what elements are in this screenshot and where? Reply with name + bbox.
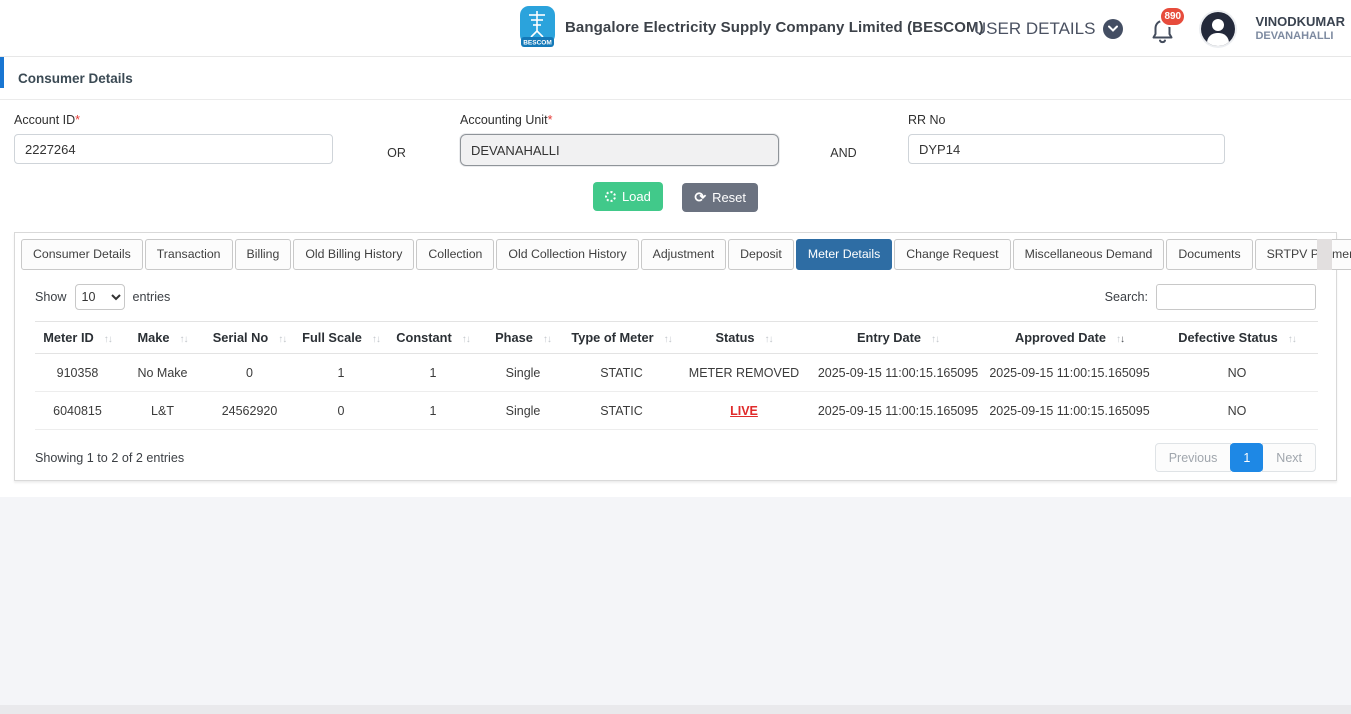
tab-consumer-details[interactable]: Consumer Details: [21, 239, 143, 270]
col-defective-status[interactable]: Defective Status ↑↓: [1156, 321, 1318, 354]
and-label: AND: [830, 146, 857, 160]
sort-icon: ↑↓: [1287, 334, 1297, 345]
avatar[interactable]: [1199, 9, 1238, 48]
sort-icon: ↑↓: [1116, 334, 1125, 345]
notifications-button[interactable]: 890: [1147, 5, 1187, 49]
sort-icon: ↑↓: [663, 334, 673, 345]
tab-adjustment[interactable]: Adjustment: [640, 239, 727, 270]
tab-srtpv-payment-details[interactable]: SRTPV Payment Details: [1254, 239, 1351, 270]
col-serial-no[interactable]: Serial No ↑↓: [205, 321, 294, 354]
user-location: DEVANAHALLI: [1255, 29, 1334, 42]
table-footer: Showing 1 to 2 of 2 entries Previous 1 N…: [35, 443, 1316, 472]
page: BESCOM Bangalore Electricity Supply Comp…: [0, 0, 1351, 714]
sort-icon: ↑↓: [371, 334, 381, 345]
tab-old-billing-history[interactable]: Old Billing History: [293, 239, 415, 270]
previous-button[interactable]: Previous: [1154, 443, 1232, 472]
table-row: 910358 No Make 0 1 1 Single STATIC METER…: [35, 353, 1318, 392]
page-title: Consumer Details: [18, 71, 133, 86]
brand: BESCOM Bangalore Electricity Supply Comp…: [519, 5, 984, 50]
user-details-label: USER DETAILS: [973, 18, 1096, 38]
or-label: OR: [387, 146, 406, 160]
sort-icon: ↑↓: [461, 334, 471, 345]
tab-change-request[interactable]: Change Request: [894, 239, 1011, 270]
page-size-select[interactable]: 10: [74, 284, 125, 310]
bottom-scrollbar[interactable]: [0, 705, 1351, 714]
status-cell: METER REMOVED: [675, 353, 813, 392]
tab-transaction[interactable]: Transaction: [144, 239, 233, 270]
account-id-field[interactable]: [14, 134, 333, 164]
tab-scrollbar[interactable]: [1317, 239, 1332, 270]
col-phase[interactable]: Phase ↑↓: [478, 321, 568, 354]
top-right-cluster: USER DETAILS 890 VINODKUMAR DEVANAHALLI: [974, 0, 1347, 57]
col-full-scale[interactable]: Full Scale ↑↓: [294, 321, 388, 354]
col-approved-date[interactable]: Approved Date ↑↓: [983, 321, 1156, 354]
tab-billing[interactable]: Billing: [234, 239, 292, 270]
sort-icon: ↑↓: [931, 334, 940, 345]
meter-table: Meter ID ↑↓ Make ↑↓ Serial No ↑↓ Full Scale…: [35, 321, 1318, 430]
search-input[interactable]: [1156, 284, 1316, 310]
accounting-unit-select[interactable]: [460, 134, 779, 166]
accounting-unit-label: Accounting Unit*: [460, 113, 553, 127]
tab-strip: Consumer Details Transaction Billing Old…: [21, 239, 1351, 270]
app-title: Bangalore Electricity Supply Company Lim…: [565, 19, 984, 36]
tab-deposit[interactable]: Deposit: [728, 239, 794, 270]
user-name: VINODKUMAR: [1255, 13, 1345, 29]
tab-miscellaneous-demand[interactable]: Miscellaneous Demand: [1012, 239, 1165, 270]
pagination: Previous 1 Next: [1154, 443, 1316, 472]
user-details-dropdown[interactable]: USER DETAILS: [973, 18, 1124, 39]
sort-icon: ↑↓: [764, 334, 774, 345]
notification-badge: 890: [1159, 5, 1187, 27]
sort-icon: ↑↓: [103, 334, 113, 345]
entries-label: entries: [132, 290, 171, 304]
show-label: Show: [35, 290, 67, 304]
required-asterisk: *: [547, 113, 553, 127]
table-controls: Show 10 entries Search:: [35, 284, 1316, 310]
search-label: Search:: [1104, 290, 1148, 304]
page-background: [0, 497, 1351, 705]
reset-button[interactable]: ⟳ Reset: [682, 182, 759, 212]
rr-no-label: RR No: [908, 113, 946, 127]
section-head: Consumer Details: [0, 57, 1351, 100]
tab-meter-details[interactable]: Meter Details: [795, 239, 893, 270]
sort-icon: ↑↓: [542, 334, 552, 345]
col-make[interactable]: Make ↑↓: [120, 321, 205, 354]
col-meter-id[interactable]: Meter ID ↑↓: [35, 321, 120, 354]
account-id-label: Account ID*: [14, 113, 81, 127]
col-constant[interactable]: Constant ↑↓: [388, 321, 478, 354]
next-button[interactable]: Next: [1262, 443, 1316, 472]
accent-bar: [0, 57, 4, 88]
status-live-link[interactable]: LIVE: [730, 404, 758, 418]
svg-text:BESCOM: BESCOM: [523, 40, 552, 47]
bescom-logo-icon: BESCOM: [520, 6, 555, 47]
table-header-row: Meter ID ↑↓ Make ↑↓ Serial No ↑↓ Full Scale…: [35, 321, 1318, 354]
user-avatar-icon: [1201, 11, 1236, 46]
col-entry-date[interactable]: Entry Date ↑↓: [813, 321, 983, 354]
search-form: Account ID* OR Accounting Unit* AND RR N…: [0, 100, 1351, 232]
col-status[interactable]: Status ↑↓: [675, 321, 813, 354]
user-identity: VINODKUMAR DEVANAHALLI: [1255, 14, 1347, 44]
rr-no-field[interactable]: [908, 134, 1225, 164]
spinner-icon: [604, 191, 616, 202]
sort-icon: ↑↓: [278, 334, 287, 345]
spacer: [0, 481, 1351, 497]
chevron-down-icon: [1103, 18, 1124, 39]
refresh-icon: ⟳: [694, 189, 707, 205]
tab-documents[interactable]: Documents: [1166, 239, 1253, 270]
status-cell: LIVE: [675, 391, 813, 430]
details-card: Consumer Details Transaction Billing Old…: [14, 232, 1351, 481]
col-type-of-meter[interactable]: Type of Meter ↑↓: [568, 321, 675, 354]
page-1-button[interactable]: 1: [1230, 443, 1264, 472]
showing-entries: Showing 1 to 2 of 2 entries: [35, 450, 185, 465]
table-row: 6040815 L&T 24562920 0 1 Single STATIC L…: [35, 391, 1318, 430]
tab-collection[interactable]: Collection: [416, 239, 495, 270]
sort-icon: ↑↓: [179, 334, 189, 345]
required-asterisk: *: [75, 113, 81, 127]
top-bar: BESCOM Bangalore Electricity Supply Comp…: [0, 0, 1351, 57]
load-button[interactable]: Load: [592, 182, 663, 211]
tab-old-collection-history[interactable]: Old Collection History: [496, 239, 639, 270]
